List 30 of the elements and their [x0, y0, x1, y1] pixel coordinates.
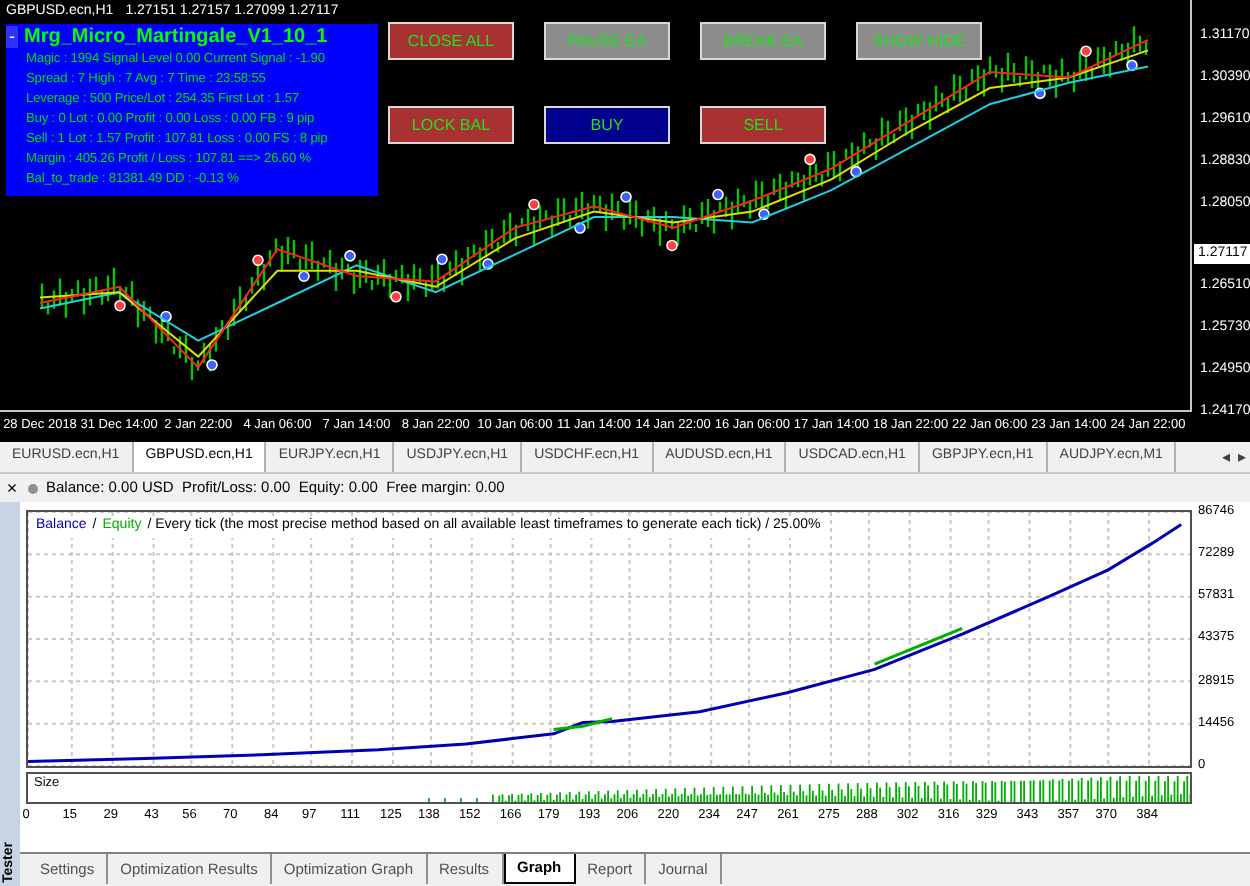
trade-marker: [206, 359, 218, 371]
tab-scroll-button[interactable]: ▸: [1238, 445, 1246, 469]
panel-title: Mrg_Micro_Martingale_V1_10_1: [24, 24, 328, 50]
trade-marker: [1080, 45, 1092, 57]
trade-marker: [666, 239, 678, 252]
trade-marker: [620, 191, 632, 203]
trade-marker: [252, 254, 264, 267]
trade-marker: [804, 153, 816, 166]
trade-marker: [1034, 87, 1046, 100]
trade-marker: [850, 165, 862, 178]
trade-marker: [390, 290, 402, 303]
trade-marker: [344, 250, 356, 262]
trade-marker: [758, 208, 770, 220]
trade-marker: [114, 299, 126, 312]
trade-marker: [712, 188, 724, 201]
collapse-button[interactable]: -: [6, 26, 18, 48]
close-button[interactable]: ×: [4, 479, 20, 497]
ea-button[interactable]: BUY: [544, 106, 670, 144]
trade-marker: [436, 253, 448, 265]
tab-scroll-button[interactable]: ◂: [1222, 445, 1230, 469]
trade-marker: [528, 198, 540, 211]
trade-marker: [160, 310, 172, 323]
trade-marker: [298, 270, 310, 283]
ea-button[interactable]: SELL: [700, 106, 826, 144]
ea-button[interactable]: LOCK BAL: [388, 106, 514, 144]
trade-marker: [574, 222, 586, 234]
account-status-icon: [28, 483, 38, 493]
ea-button[interactable]: CLOSE ALL: [388, 22, 514, 60]
trade-marker: [1126, 59, 1138, 72]
trade-marker: [482, 258, 494, 270]
